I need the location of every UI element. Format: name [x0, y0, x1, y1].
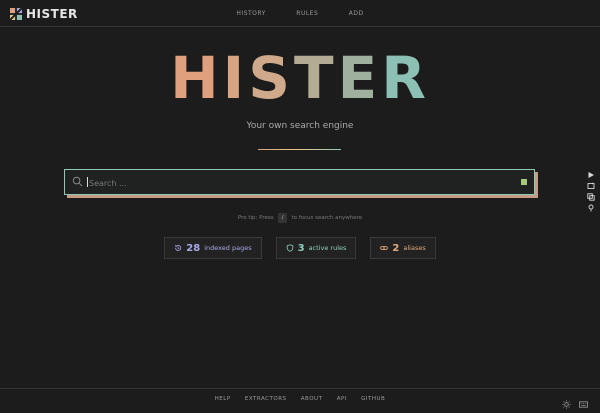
search-icon: [72, 176, 83, 187]
side-toolbar: [587, 164, 595, 212]
history-icon: [175, 244, 182, 251]
search-box[interactable]: [64, 169, 535, 195]
hero-letter: H: [170, 44, 223, 112]
pro-tip: Pro tip: Press / to focus search anywhere: [0, 213, 600, 223]
hero-letter: T: [294, 44, 338, 112]
pro-tip-prefix: Pro tip: Press: [237, 215, 274, 221]
link-icon: [380, 246, 389, 250]
gradient-divider: [258, 149, 341, 150]
footer-link-about[interactable]: ABOUT: [301, 396, 323, 402]
aliases-stat[interactable]: 2 aliases: [370, 237, 436, 259]
indexed-pages-label: indexed pages: [204, 244, 252, 252]
aliases-label: aliases: [403, 244, 426, 252]
footer-controls: [554, 394, 588, 409]
keyboard-icon[interactable]: [579, 394, 588, 408]
footer-link-api[interactable]: API: [337, 396, 347, 402]
hero-letter: I: [222, 44, 249, 112]
active-rules-count: 3: [297, 242, 305, 254]
sun-icon[interactable]: [562, 394, 571, 409]
hero-letter: E: [337, 44, 382, 112]
footer-link-help[interactable]: HELP: [215, 396, 231, 402]
text-caret: [87, 177, 88, 187]
active-rules-label: active rules: [308, 244, 347, 252]
footer-links: HELP EXTRACTORS ABOUT API GITHUB: [0, 396, 600, 402]
top-bar: HISTER HISTORY RULES ADD: [0, 0, 600, 27]
footer: HELP EXTRACTORS ABOUT API GITHUB: [0, 388, 600, 409]
pin-icon[interactable]: [587, 197, 595, 212]
main-nav: HISTORY RULES ADD: [0, 10, 600, 17]
active-rules-stat[interactable]: 3 active rules: [275, 237, 357, 259]
shortcut-key: /: [277, 213, 288, 223]
stats-row: 28 indexed pages 3 active rules 2 aliase…: [0, 237, 600, 259]
footer-link-github[interactable]: GITHUB: [361, 396, 385, 402]
pro-tip-suffix: to focus search anywhere: [291, 215, 363, 221]
indexed-pages-stat[interactable]: 28 indexed pages: [164, 237, 262, 259]
search-input[interactable]: [87, 174, 511, 192]
nav-rules[interactable]: RULES: [296, 10, 318, 17]
hero-letter: S: [248, 44, 295, 112]
copy-icon[interactable]: [587, 186, 595, 201]
indexed-pages-count: 28: [186, 242, 201, 254]
aliases-count: 2: [392, 242, 400, 254]
hero-letter: R: [381, 44, 430, 112]
play-icon[interactable]: [587, 164, 595, 178]
shield-icon: [286, 244, 293, 252]
hero-subtitle: Your own search engine: [246, 121, 354, 131]
footer-link-extractors[interactable]: EXTRACTORS: [245, 396, 287, 402]
nav-add[interactable]: ADD: [349, 10, 364, 17]
search-status-indicator: [521, 179, 527, 185]
hero-title: HISTER: [0, 48, 600, 108]
nav-history[interactable]: HISTORY: [236, 10, 265, 17]
repeat-icon[interactable]: [587, 175, 595, 189]
